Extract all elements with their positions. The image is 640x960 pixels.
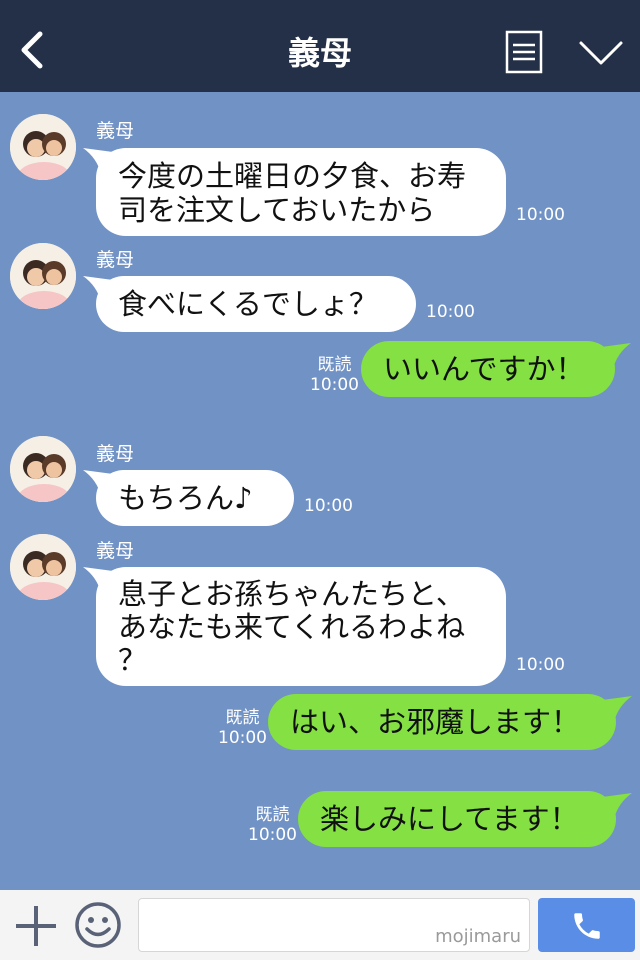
call-button[interactable] xyxy=(538,898,635,952)
message-text: 楽しみにしてます！ xyxy=(320,802,579,836)
input-bar: mojimaru xyxy=(0,890,640,960)
message-text: 食べにくるでしょ？ xyxy=(118,287,378,321)
message-text: はい、お邪魔します！ xyxy=(290,705,581,739)
message-text: もちろん♪ xyxy=(118,481,253,515)
sender-name: 義母 xyxy=(96,540,135,562)
sender-name: 義母 xyxy=(96,249,135,271)
message-time: 10:00 xyxy=(426,302,475,322)
message-text: 息子とお孫ちゃんたちと、 あなたも来てくれるわよね ？ xyxy=(118,577,466,677)
read-receipt: 既読 10:00 xyxy=(310,355,359,395)
menu-icon[interactable] xyxy=(505,30,543,74)
message-time: 10:00 xyxy=(516,655,565,675)
avatar[interactable] xyxy=(10,243,76,309)
read-receipt: 既読 10:00 xyxy=(248,805,297,845)
message-bubble-incoming[interactable]: もちろん♪ xyxy=(83,470,294,526)
message-bubble-incoming[interactable]: 食べにくるでしょ？ xyxy=(83,276,416,332)
message-input[interactable]: mojimaru xyxy=(138,898,530,952)
message-text: 今度の土曜日の夕食、お寿 司を注文しておいたから xyxy=(118,159,467,227)
avatar[interactable] xyxy=(10,114,76,180)
message-bubble-incoming[interactable]: 今度の土曜日の夕食、お寿 司を注文しておいたから xyxy=(83,148,506,236)
message-bubble-incoming[interactable]: 息子とお孫ちゃんたちと、 あなたも来てくれるわよね ？ xyxy=(83,567,506,686)
plus-icon[interactable] xyxy=(14,904,58,948)
phone-icon xyxy=(574,913,600,939)
message-time: 10:00 xyxy=(516,205,565,225)
avatar[interactable] xyxy=(10,436,76,502)
sender-name: 義母 xyxy=(96,443,135,465)
message-bubble-outgoing[interactable]: 楽しみにしてます！ xyxy=(298,791,632,847)
message-bubble-outgoing[interactable]: いいんですか！ xyxy=(361,341,631,397)
read-receipt: 既読 10:00 xyxy=(218,708,267,748)
avatar[interactable] xyxy=(10,534,76,600)
message-time: 10:00 xyxy=(304,496,353,516)
message-bubble-outgoing[interactable]: はい、お邪魔します！ xyxy=(268,694,632,750)
message-text: いいんですか！ xyxy=(383,352,585,386)
chat-header: 義母 xyxy=(0,0,640,92)
chevron-down-icon[interactable] xyxy=(578,38,624,68)
emoji-icon[interactable] xyxy=(74,901,122,949)
chat-title: 義母 xyxy=(287,34,352,72)
sender-name: 義母 xyxy=(96,120,135,142)
watermark: mojimaru xyxy=(435,926,521,947)
